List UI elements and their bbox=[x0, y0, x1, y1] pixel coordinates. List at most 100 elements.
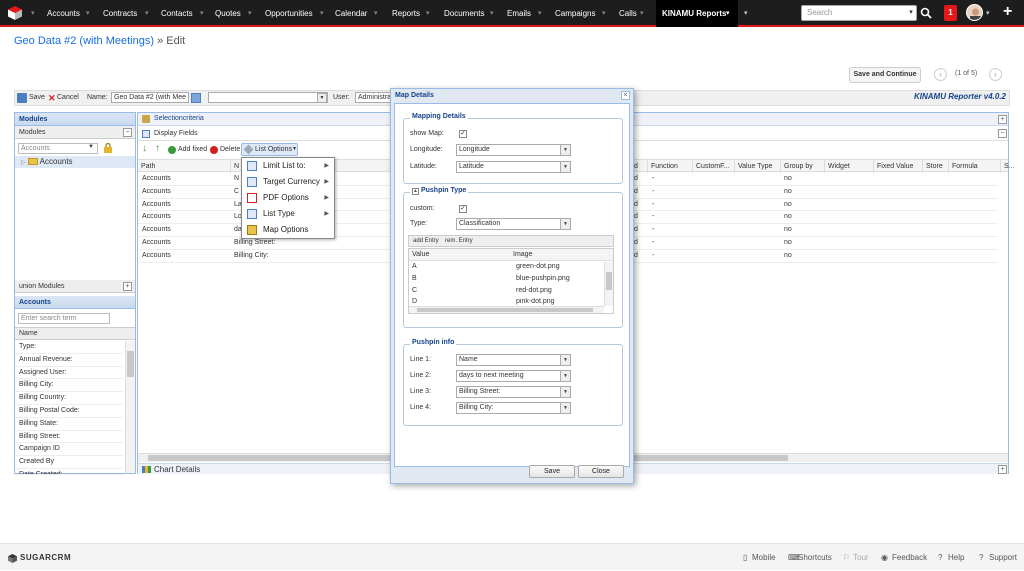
expand-icon[interactable]: + bbox=[998, 465, 1007, 474]
line-4-select[interactable]: Billing City: ▼ bbox=[456, 402, 571, 414]
chevron-down-icon[interactable]: ▼ bbox=[317, 93, 327, 103]
next-record-icon[interactable]: › bbox=[989, 68, 1002, 81]
chevron-down-icon[interactable]: ▾ bbox=[602, 0, 606, 27]
chevron-down-icon[interactable]: ▾ bbox=[374, 0, 378, 27]
nav-campaigns[interactable]: Campaigns bbox=[555, 0, 595, 27]
field-item[interactable]: Billing Country: bbox=[15, 392, 123, 405]
chevron-down-icon[interactable]: ▾ bbox=[538, 0, 542, 27]
nav-contracts[interactable]: Contracts bbox=[103, 0, 137, 27]
column-header-store[interactable]: Store bbox=[923, 160, 949, 173]
scrollbar-thumb[interactable] bbox=[417, 308, 593, 312]
nav-opportunities[interactable]: Opportunities bbox=[265, 0, 313, 27]
tree-expand-icon[interactable]: ▷ bbox=[21, 160, 26, 166]
menu-item-list-type[interactable]: List Type ▶ bbox=[242, 206, 334, 222]
line-1-select[interactable]: Name ▼ bbox=[456, 354, 571, 366]
move-down-arrow-icon[interactable]: ↓ bbox=[142, 143, 147, 154]
nav-calendar[interactable]: Calendar bbox=[335, 0, 367, 27]
chevron-down-icon[interactable]: ▼ bbox=[560, 403, 570, 413]
column-header-path[interactable]: Path bbox=[138, 160, 231, 173]
add-fixed-button[interactable]: Add fixed bbox=[178, 146, 207, 153]
longitude-select[interactable]: Longitude ▼ bbox=[456, 144, 571, 156]
remove-entry-button[interactable]: rem. Entry bbox=[445, 238, 473, 244]
support-icon[interactable]: ? bbox=[979, 544, 983, 571]
field-item[interactable]: Billing Street: bbox=[15, 431, 123, 444]
custom-checkbox[interactable]: ✓ bbox=[459, 205, 467, 213]
menu-item-target-currency[interactable]: Target Currency ▶ bbox=[242, 174, 334, 190]
dialog-title[interactable]: Map Details bbox=[391, 89, 633, 102]
save-and-continue-button[interactable]: Save and Continue bbox=[849, 67, 921, 83]
add-icon[interactable] bbox=[168, 146, 176, 154]
close-button[interactable]: Close bbox=[578, 465, 624, 478]
column-header-s[interactable]: S... bbox=[1001, 160, 1015, 173]
nav-quotes[interactable]: Quotes bbox=[215, 0, 241, 27]
nav-emails[interactable]: Emails bbox=[507, 0, 531, 27]
category-select[interactable] bbox=[208, 92, 328, 103]
tree-item-accounts[interactable]: ▷ Accounts bbox=[15, 156, 135, 168]
table-row[interactable]: A green-dot.png bbox=[409, 262, 604, 274]
table-row[interactable]: B blue-pushpin.png bbox=[409, 274, 604, 286]
quick-create-plus-icon[interactable]: + bbox=[1003, 3, 1012, 21]
line-2-select[interactable]: days to next meeting ▼ bbox=[456, 370, 571, 382]
expand-icon[interactable]: + bbox=[123, 282, 132, 291]
chevron-down-icon[interactable]: ▾ bbox=[726, 0, 730, 27]
sugarcrm-brand[interactable]: SUGARCRM bbox=[20, 544, 71, 571]
expand-icon[interactable]: + bbox=[998, 115, 1007, 124]
mobile-icon[interactable]: ▯ bbox=[743, 544, 747, 571]
column-header-fixed-value[interactable]: Fixed Value bbox=[874, 160, 923, 173]
record-title-link[interactable]: Geo Data #2 (with Meetings) bbox=[14, 35, 154, 47]
collapse-icon[interactable]: − bbox=[998, 129, 1007, 138]
more-chevron-down-icon[interactable]: ▾ bbox=[744, 0, 748, 27]
footer-link-shortcuts[interactable]: Shortcuts bbox=[798, 544, 832, 571]
help-icon[interactable]: ? bbox=[938, 544, 942, 571]
cancel-x-icon[interactable]: ✕ bbox=[48, 91, 56, 105]
column-header-value[interactable]: Value bbox=[412, 251, 429, 258]
chevron-down-icon[interactable]: ▾ bbox=[426, 0, 430, 27]
field-item[interactable]: Billing State: bbox=[15, 418, 123, 431]
chevron-down-icon[interactable]: ▾ bbox=[86, 0, 90, 27]
column-header-image[interactable]: Image bbox=[513, 251, 532, 258]
pushpin-grid-hscrollbar[interactable] bbox=[409, 306, 604, 313]
module-select[interactable]: Accounts bbox=[18, 143, 98, 154]
collapse-icon[interactable]: ▲ bbox=[412, 188, 419, 195]
chevron-down-icon[interactable]: ▾ bbox=[248, 0, 252, 27]
chevron-down-icon[interactable]: ▾ bbox=[640, 0, 644, 27]
field-item[interactable]: Annual Revenue: bbox=[15, 354, 123, 367]
footer-link-mobile[interactable]: Mobile bbox=[752, 544, 776, 571]
move-up-arrow-icon[interactable]: ↑ bbox=[155, 143, 160, 154]
menu-chevron-down-icon[interactable]: ▾ bbox=[31, 0, 35, 27]
scrollbar-thumb[interactable] bbox=[127, 351, 134, 377]
field-item[interactable]: Date Created: bbox=[15, 469, 123, 475]
footer-link-help[interactable]: Help bbox=[948, 544, 964, 571]
report-name-input[interactable]: Geo Data #2 (with Mee bbox=[111, 92, 189, 103]
cancel-button[interactable]: Cancel bbox=[57, 91, 79, 105]
field-search-input[interactable]: Enter search term bbox=[18, 313, 110, 324]
column-header-value-type[interactable]: Value Type bbox=[735, 160, 781, 173]
footer-link-feedback[interactable]: Feedback bbox=[892, 544, 927, 571]
nav-reports[interactable]: Reports bbox=[392, 0, 420, 27]
user-input[interactable]: Administrat bbox=[355, 92, 393, 103]
save-disk-icon[interactable] bbox=[17, 93, 27, 103]
footer-link-tour[interactable]: Tour bbox=[853, 544, 869, 571]
nav-documents[interactable]: Documents bbox=[444, 0, 484, 27]
lock-icon[interactable] bbox=[103, 142, 113, 153]
chevron-down-icon[interactable]: ▼ bbox=[560, 219, 570, 229]
nav-accounts[interactable]: Accounts bbox=[47, 0, 80, 27]
sugar-cube-logo-icon[interactable] bbox=[8, 6, 22, 20]
nav-kinamu-reports-active[interactable]: KINAMU Reports ▾ bbox=[656, 0, 738, 27]
chevron-down-icon[interactable]: ▼ bbox=[560, 162, 570, 172]
footer-link-support[interactable]: Support bbox=[989, 544, 1017, 571]
pushpin-type-select[interactable]: Classification ▼ bbox=[456, 218, 571, 230]
previous-record-icon[interactable]: ‹ bbox=[934, 68, 947, 81]
close-icon[interactable]: × bbox=[621, 91, 630, 100]
field-item[interactable]: Billing Postal Code: bbox=[15, 405, 123, 418]
nav-kinamu-reports[interactable]: KINAMU Reports bbox=[662, 0, 726, 27]
column-header-function[interactable]: Function bbox=[648, 160, 693, 173]
pushpin-grid-vscrollbar[interactable] bbox=[604, 262, 613, 306]
nav-calls[interactable]: Calls bbox=[619, 0, 637, 27]
global-search-input[interactable]: Search bbox=[801, 5, 917, 21]
column-header-group-by[interactable]: Group by bbox=[781, 160, 825, 173]
collapse-icon[interactable]: − bbox=[123, 128, 132, 137]
name-language-icon[interactable] bbox=[191, 93, 201, 103]
menu-item-pdf-options[interactable]: PDF Options ▶ bbox=[242, 190, 334, 206]
save-button[interactable]: Save bbox=[29, 91, 45, 105]
